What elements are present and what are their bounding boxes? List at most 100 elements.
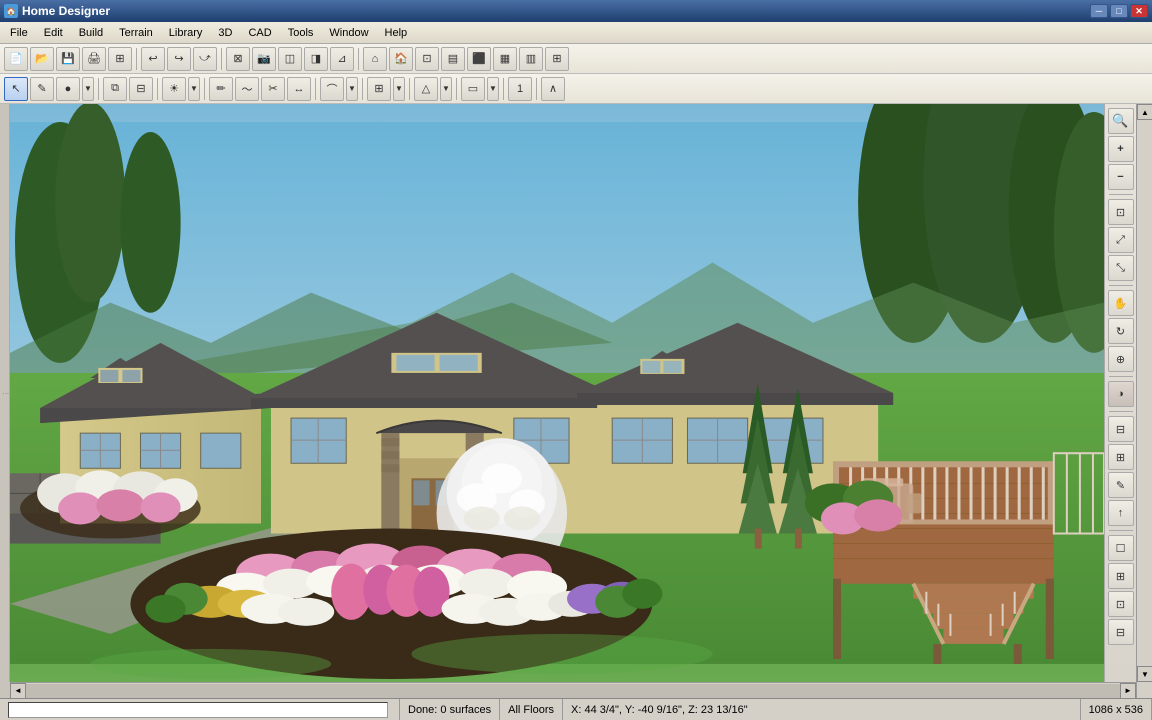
fit-view-button[interactable]: ⊡	[1108, 199, 1134, 225]
render-button[interactable]: ◑	[1108, 381, 1134, 407]
layout-button[interactable]: ⊞	[108, 47, 132, 71]
titlebar-left: 🏠 Home Designer	[4, 4, 110, 18]
menu-library[interactable]: Library	[161, 25, 211, 41]
toolbar2-sep6	[409, 78, 410, 100]
rp-tool2-button[interactable]: ⊞	[1108, 444, 1134, 470]
rp-tool3-button[interactable]: ✎	[1108, 472, 1134, 498]
right-scrollbar[interactable]: ▲ ▼	[1136, 104, 1152, 682]
light-button[interactable]: ☀	[162, 77, 186, 101]
up-button[interactable]: ∧	[541, 77, 565, 101]
scissors-button[interactable]: ✂	[261, 77, 285, 101]
canvas-area[interactable]	[10, 104, 1104, 682]
rp-tool4-button[interactable]: ↑	[1108, 500, 1134, 526]
roof-dropdown[interactable]: ▼	[440, 77, 452, 101]
floor-plan-button[interactable]: ⊠	[226, 47, 250, 71]
rp-tool1-button[interactable]: ⊟	[1108, 416, 1134, 442]
stairs-button[interactable]: ⊞	[367, 77, 391, 101]
zoom-in-button[interactable]: +	[1108, 136, 1134, 162]
rp-snap-button[interactable]: ⊡	[1108, 591, 1134, 617]
right-panel: 🔍 + − ⊡ ⤢ ⤡ ✋ ↻ ⊕ ◑ ⊟ ⊞ ✎ ↑ ☐ ⊞	[1104, 104, 1136, 682]
left-resize-handle[interactable]: ⋮	[0, 104, 10, 682]
undo-button[interactable]: ↩	[141, 47, 165, 71]
circle-tool-button[interactable]: ●	[56, 77, 80, 101]
house-scene-svg	[10, 104, 1104, 682]
view-front-button[interactable]: ◫	[278, 47, 302, 71]
save-button[interactable]: 💾	[56, 47, 80, 71]
fill-page-button[interactable]: ⤡	[1108, 255, 1134, 281]
menu-edit[interactable]: Edit	[36, 25, 71, 41]
horizontal-scrollbar[interactable]: ◄ ►	[10, 682, 1136, 698]
stairs-dropdown[interactable]: ▼	[393, 77, 405, 101]
house-view3-button[interactable]: ⊡	[415, 47, 439, 71]
menu-file[interactable]: File	[2, 25, 36, 41]
toolbar2-sep3	[204, 78, 205, 100]
deck-dropdown[interactable]: ▼	[487, 77, 499, 101]
pencil-button[interactable]: ✏	[209, 77, 233, 101]
light-dropdown[interactable]: ▼	[188, 77, 200, 101]
close-button[interactable]: ✕	[1130, 4, 1148, 18]
profile-button[interactable]: ⌒	[320, 77, 344, 101]
rp-tool5-button[interactable]: ⊟	[1108, 619, 1134, 645]
redo2-button[interactable]: ⤻	[193, 47, 217, 71]
house-view4-button[interactable]: ▤	[441, 47, 465, 71]
select-tool-button[interactable]: ↖	[4, 77, 28, 101]
toolbar1-sep2	[221, 48, 222, 70]
rp-grid-button[interactable]: ⊞	[1108, 563, 1134, 589]
scroll-right-button[interactable]: ►	[1120, 683, 1136, 699]
print-button[interactable]: 🖨	[82, 47, 106, 71]
toolbar2-sep1	[98, 78, 99, 100]
menu-tools[interactable]: Tools	[280, 25, 322, 41]
toolbar2-sep7	[456, 78, 457, 100]
house-view5-button[interactable]: ⬛	[467, 47, 491, 71]
menubar: File Edit Build Terrain Library 3D CAD T…	[0, 22, 1152, 44]
coords-label: X: 44 3/4", Y: -40 9/16", Z: 23 13/16"	[571, 704, 748, 716]
new-button[interactable]: 📄	[4, 47, 28, 71]
status-text-input[interactable]	[8, 702, 388, 718]
view-left-button[interactable]: ◨	[304, 47, 328, 71]
menu-help[interactable]: Help	[377, 25, 416, 41]
redo-button[interactable]: ↪	[167, 47, 191, 71]
roof-button[interactable]: △	[414, 77, 438, 101]
house-view2-button[interactable]: 🏠	[389, 47, 413, 71]
orbit-button[interactable]: ↻	[1108, 318, 1134, 344]
zoom-region-button[interactable]: 🔍	[1108, 108, 1134, 134]
zoom-box-button[interactable]: ⊕	[1108, 346, 1134, 372]
circle-dropdown[interactable]: ▼	[82, 77, 94, 101]
house-view1-button[interactable]: ⌂	[363, 47, 387, 71]
scroll-up-button[interactable]: ▲	[1137, 104, 1152, 120]
main-area: ⋮	[0, 104, 1152, 698]
house-view7-button[interactable]: ▥	[519, 47, 543, 71]
spline-button[interactable]: 〜	[235, 77, 259, 101]
menu-window[interactable]: Window	[321, 25, 376, 41]
dimension-button[interactable]: ↔	[287, 77, 311, 101]
rp-sep5	[1109, 530, 1133, 531]
camera-button[interactable]: 📷	[252, 47, 276, 71]
copy-button[interactable]: ⧉	[103, 77, 127, 101]
house-view6-button[interactable]: ▦	[493, 47, 517, 71]
profile-dropdown[interactable]: ▼	[346, 77, 358, 101]
scroll-left-button[interactable]: ◄	[10, 683, 26, 699]
deck-button[interactable]: ▭	[461, 77, 485, 101]
open-button[interactable]: 📂	[30, 47, 54, 71]
zoom-out-button[interactable]: −	[1108, 164, 1134, 190]
rp-sep1	[1109, 194, 1133, 195]
view-iso-button[interactable]: ⊿	[330, 47, 354, 71]
minimize-button[interactable]: ─	[1090, 4, 1108, 18]
fill-window-button[interactable]: ⤢	[1108, 227, 1134, 253]
toolbar2-sep2	[157, 78, 158, 100]
rp-checkbox[interactable]: ☐	[1108, 535, 1134, 561]
house-view8-button[interactable]: ⊞	[545, 47, 569, 71]
maximize-button[interactable]: □	[1110, 4, 1128, 18]
scroll-down-button[interactable]: ▼	[1137, 666, 1152, 682]
status-input-field	[0, 699, 400, 720]
menu-build[interactable]: Build	[71, 25, 111, 41]
toolbar1-sep3	[358, 48, 359, 70]
menu-cad[interactable]: CAD	[240, 25, 279, 41]
floor-num-button[interactable]: 1	[508, 77, 532, 101]
menu-terrain[interactable]: Terrain	[111, 25, 161, 41]
mirror-button[interactable]: ⊟	[129, 77, 153, 101]
pan-button[interactable]: ✋	[1108, 290, 1134, 316]
edit-tool-button[interactable]: ✎	[30, 77, 54, 101]
menu-3d[interactable]: 3D	[210, 25, 240, 41]
hscroll-thumb[interactable]	[26, 684, 1120, 698]
